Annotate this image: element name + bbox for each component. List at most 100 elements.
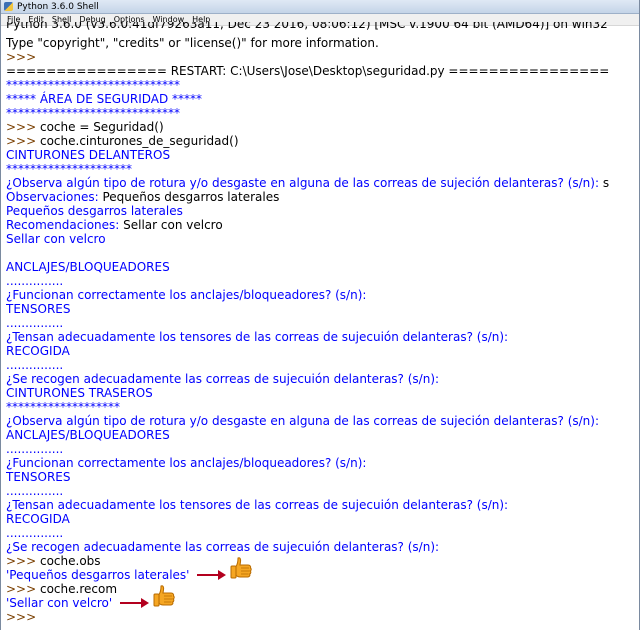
shell-text: ¿Funcionan correctamente los anclajes/bl… — [6, 456, 371, 470]
shell-line: >>> — [6, 610, 636, 624]
shell-line: ********************* — [6, 162, 636, 176]
prompt-marker: >>> — [6, 554, 40, 568]
shell-line: ******************* — [6, 400, 636, 414]
shell-line: RECOGIDA — [6, 344, 636, 358]
shell-text: ================ RESTART: C:\Users\Jose\… — [6, 64, 610, 78]
shell-line: ANCLAJES/BLOQUEADORES — [6, 260, 636, 274]
shell-line: ANCLAJES/BLOQUEADORES — [6, 428, 636, 442]
shell-line: Observaciones: Pequeños desgarros latera… — [6, 190, 636, 204]
shell-line: ............... — [6, 274, 636, 288]
arrow-head-icon — [218, 570, 227, 580]
shell-text: ............... — [6, 358, 64, 372]
shell-line: Python 3.6.0 (v3.6.0:41df79263a11, Dec 2… — [6, 22, 636, 31]
shell-line: ¿Observa algún tipo de rotura y/o desgas… — [6, 414, 636, 428]
shell-line: >>> coche.cinturones_de_seguridad() — [6, 134, 636, 148]
shell-text: CINTURONES TRASEROS — [6, 386, 153, 400]
shell-text: RECOGIDA — [6, 512, 70, 526]
shell-line: ¿Tensan adecuadamente los tensores de la… — [6, 498, 636, 512]
shell-line: >>> coche.recom — [6, 582, 636, 596]
shell-text: RECOGIDA — [6, 344, 70, 358]
shell-line: Recomendaciones: Sellar con velcro — [6, 218, 636, 232]
shell-text: >>> — [6, 50, 40, 64]
user-input-text: s — [602, 176, 610, 190]
title-bar: Python 3.6.0 Shell — [1, 0, 639, 14]
shell-output[interactable]: Python 3.6.0 (v3.6.0:41df79263a11, Dec 2… — [6, 22, 636, 630]
shell-text: ¿Observa algún tipo de rotura y/o desgas… — [6, 176, 603, 190]
shell-text: >>> — [6, 610, 40, 624]
shell-command: coche = Seguridad() — [39, 120, 164, 134]
shell-line: Sellar con velcro — [6, 232, 636, 246]
shell-line: TENSORES — [6, 302, 636, 316]
shell-text: ***************************** — [6, 78, 180, 92]
shell-text: ¿Se recogen adecuadamente las correas de… — [6, 372, 443, 386]
user-input-text: Sellar con velcro — [123, 218, 223, 232]
shell-text: ANCLAJES/BLOQUEADORES — [6, 428, 170, 442]
shell-line: ¿Observa algún tipo de rotura y/o desgas… — [6, 176, 636, 190]
python-shell-window: Python 3.6.0 Shell File Edit Shell Debug Opt… — [0, 0, 640, 630]
shell-command: coche.recom — [39, 582, 118, 596]
shell-text: ANCLAJES/BLOQUEADORES — [6, 260, 170, 274]
shell-text: ********************* — [6, 162, 132, 176]
shell-text: ............... — [6, 316, 64, 330]
thumbs-up-icon — [153, 585, 175, 607]
shell-text: ¿Tensan adecuadamente los tensores de la… — [6, 498, 512, 512]
shell-command: coche.obs — [39, 554, 101, 568]
shell-text: ¿Observa algún tipo de rotura y/o desgas… — [6, 414, 603, 428]
shell-line: ¿Tensan adecuadamente los tensores de la… — [6, 330, 636, 344]
shell-text: ¿Tensan adecuadamente los tensores de la… — [6, 330, 512, 344]
arrow-right-icon — [120, 602, 143, 604]
shell-text: Type "copyright", "credits" or "license(… — [6, 36, 379, 50]
shell-line: ***************************** — [6, 106, 636, 120]
shell-line: ............... — [6, 484, 636, 498]
shell-line: ***** ÁREA DE SEGURIDAD ***** — [6, 92, 636, 106]
arrow-head-icon — [141, 598, 150, 608]
shell-line: TENSORES — [6, 470, 636, 484]
shell-text: ............... — [6, 484, 64, 498]
shell-text: ............... — [6, 526, 64, 540]
user-input-text: Pequeños desgarros laterales — [102, 190, 280, 204]
shell-text: ¿Funcionan correctamente los anclajes/bl… — [6, 288, 371, 302]
shell-line: ¿Se recogen adecuadamente las correas de… — [6, 540, 636, 554]
shell-text: 'Sellar con velcro' — [6, 596, 113, 610]
thumbs-up-icon — [230, 557, 253, 579]
shell-line: CINTURONES DELANTEROS — [6, 148, 636, 162]
shell-line: Type "copyright", "credits" or "license(… — [6, 36, 636, 50]
shell-line: >>> coche = Seguridad() — [6, 120, 636, 134]
shell-line: 'Pequeños desgarros laterales' — [6, 568, 636, 582]
prompt-marker: >>> — [6, 120, 40, 134]
shell-line: ............... — [6, 526, 636, 540]
shell-text: Python 3.6.0 (v3.6.0:41df79263a11, Dec 2… — [6, 22, 608, 31]
shell-text: 'Pequeños desgarros laterales' — [6, 568, 190, 582]
prompt-marker: >>> — [6, 134, 40, 148]
shell-text: ***** ÁREA DE SEGURIDAD ***** — [6, 92, 203, 106]
shell-line: ¿Funcionan correctamente los anclajes/bl… — [6, 456, 636, 470]
shell-line: CINTURONES TRASEROS — [6, 386, 636, 400]
arrow-right-icon — [197, 574, 220, 576]
shell-line: ............... — [6, 358, 636, 372]
shell-line: ================ RESTART: C:\Users\Jose\… — [6, 64, 636, 78]
shell-line: ............... — [6, 316, 636, 330]
shell-line: ............... — [6, 442, 636, 456]
shell-text: Recomendaciones: — [6, 218, 124, 232]
shell-line: RECOGIDA — [6, 512, 636, 526]
shell-line: 'Sellar con velcro' — [6, 596, 636, 610]
shell-text: TENSORES — [6, 470, 71, 484]
shell-line: >>> — [6, 50, 636, 64]
shell-line: Pequeños desgarros laterales — [6, 204, 636, 218]
shell-text: ******************* — [6, 400, 120, 414]
shell-text: ¿Se recogen adecuadamente las correas de… — [6, 540, 443, 554]
prompt-marker: >>> — [6, 582, 40, 596]
shell-line: >>> coche.obs — [6, 554, 636, 568]
shell-text: Observaciones: — [6, 190, 103, 204]
python-logo-icon — [4, 2, 13, 11]
shell-text: Pequeños desgarros laterales — [6, 204, 183, 218]
shell-line: ¿Funcionan correctamente los anclajes/bl… — [6, 288, 636, 302]
shell-text: ***************************** — [6, 106, 180, 120]
shell-text: CINTURONES DELANTEROS — [6, 148, 171, 162]
shell-text: ............... — [6, 442, 64, 456]
shell-line: ¿Se recogen adecuadamente las correas de… — [6, 372, 636, 386]
shell-line: ***************************** — [6, 78, 636, 92]
shell-text: ............... — [6, 274, 64, 288]
shell-text: Sellar con velcro — [6, 232, 106, 246]
